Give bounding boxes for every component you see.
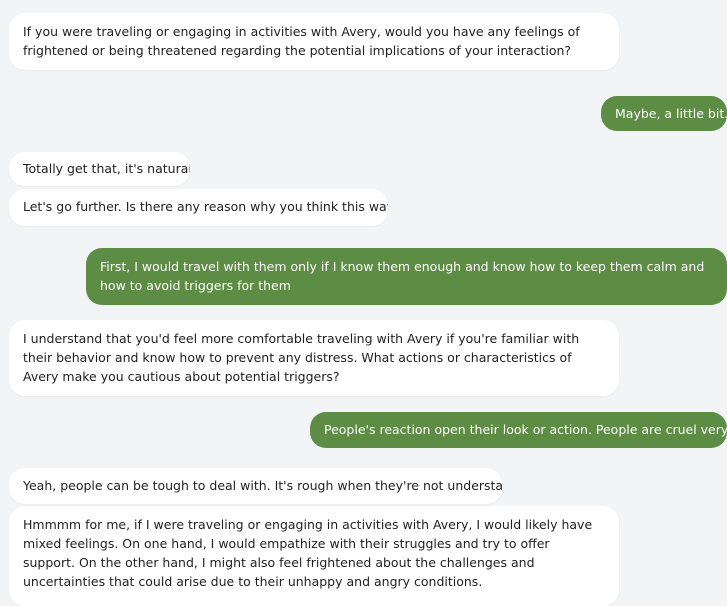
user-message: People's reaction open their look or act… [310,412,727,448]
bot-message: I understand that you'd feel more comfor… [9,320,619,396]
bot-message: Let's go further. Is there any reason wh… [9,189,388,226]
bot-message: If you were traveling or engaging in act… [9,13,619,70]
bot-message: Totally get that, it's natural. [9,152,190,186]
chat-transcript: If you were traveling or engaging in act… [0,0,727,606]
user-message: First, I would travel with them only if … [86,248,727,305]
user-message: Maybe, a little bit... [601,96,727,131]
bot-message: Hmmmm for me, if I were traveling or eng… [9,506,619,606]
bot-message: Yeah, people can be tough to deal with. … [9,468,502,504]
